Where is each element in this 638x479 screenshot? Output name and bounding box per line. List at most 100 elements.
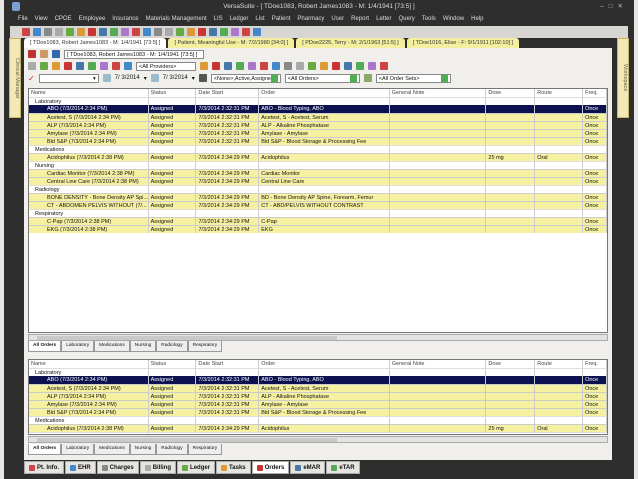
- toolbar-icon[interactable]: [236, 62, 244, 70]
- toolbar-icon[interactable]: [55, 28, 63, 36]
- tab-radiology[interactable]: Radiology: [156, 341, 188, 352]
- patient-tab[interactable]: [ PDoe2225, Terry - M: 2/1/1963 [51:5] ]: [296, 38, 405, 48]
- column-header[interactable]: Route: [535, 89, 584, 97]
- table-row[interactable]: CT - ABDOMEN PELVIS WITHOUT (7/... Assign…: [29, 201, 607, 209]
- toolbar-icon[interactable]: [64, 62, 72, 70]
- table-row[interactable]: Acidophilus (7/3/2014 2:38 PM) Assigned 7/…: [29, 424, 607, 432]
- category-row[interactable]: Nursing: [29, 432, 607, 434]
- category-row[interactable]: Radiology: [29, 185, 607, 193]
- menu-ledger[interactable]: Ledger: [230, 13, 249, 25]
- toolbar-icon[interactable]: [224, 62, 232, 70]
- table-row[interactable]: Cardiac Monitor (7/3/2014 2:38 PM) Assign…: [29, 169, 607, 177]
- toolbar-icon[interactable]: [248, 62, 256, 70]
- date-to-field[interactable]: 7/ 3/2014: [163, 75, 188, 81]
- column-header[interactable]: Name: [29, 360, 149, 368]
- tab-nursing[interactable]: Nursing: [129, 444, 157, 455]
- toolbar-icon[interactable]: [356, 62, 364, 70]
- toolbar-icon[interactable]: [380, 62, 388, 70]
- menu-user[interactable]: User: [331, 13, 344, 25]
- calendar-icon[interactable]: [150, 74, 159, 82]
- tab-ledger[interactable]: Ledger: [177, 461, 216, 474]
- toolbar-icon[interactable]: [231, 28, 239, 36]
- menu-pharmacy[interactable]: Pharmacy: [297, 13, 324, 25]
- horizontal-scrollbar-lower[interactable]: [28, 436, 608, 443]
- menu-patient[interactable]: Patient: [272, 13, 291, 25]
- toolbar-icon[interactable]: [77, 28, 85, 36]
- category-row[interactable]: Laboratory: [29, 368, 607, 376]
- toolbar-icon[interactable]: [296, 62, 304, 70]
- patient-tab[interactable]: [ TDoe1083, Robert James1083 - M: 1/4/19…: [24, 38, 167, 48]
- column-header[interactable]: Route: [535, 360, 584, 368]
- tab-ehr[interactable]: EHR: [65, 461, 96, 474]
- toolbar-icon[interactable]: [200, 62, 208, 70]
- toolbar-icon[interactable]: [66, 28, 74, 36]
- toolbar-icon[interactable]: [76, 62, 84, 70]
- status-filter[interactable]: <None>,Active,Assigne: [210, 73, 281, 83]
- workspace-panel[interactable]: Workspace: [617, 38, 629, 118]
- calendar-icon[interactable]: [102, 74, 111, 82]
- provider-icon[interactable]: [198, 74, 207, 82]
- menu-report[interactable]: Report: [351, 13, 369, 25]
- table-row[interactable]: ABO (7/3/2014 2:34 PM) Assigned 7/3/2014 2…: [29, 105, 607, 113]
- tab-pt-info-[interactable]: Pt. Info.: [24, 461, 64, 474]
- providers-dropdown[interactable]: <All Providers>: [136, 61, 196, 71]
- tab-emar[interactable]: eMAR: [290, 461, 326, 474]
- table-row[interactable]: ABO (7/3/2014 2:34 PM) Assigned 7/3/2014 2…: [29, 376, 607, 384]
- table-row[interactable]: ALP (7/3/2014 2:34 PM) Assigned 7/3/2014 2…: [29, 121, 607, 129]
- toolbar-icon[interactable]: [344, 62, 352, 70]
- checkmark-icon[interactable]: ✓: [28, 74, 35, 83]
- tab-etar[interactable]: eTAR: [326, 461, 360, 474]
- category-row[interactable]: Laboratory: [29, 97, 607, 105]
- category-row[interactable]: Respiratory: [29, 209, 607, 217]
- column-header[interactable]: General Note: [390, 360, 487, 368]
- menu-insurance[interactable]: Insurance: [112, 13, 138, 25]
- toolbar-icon[interactable]: [143, 28, 151, 36]
- toolbar-icon[interactable]: [22, 28, 30, 36]
- table-row[interactable]: Bld S&P (7/3/2014 2:34 PM) Assigned 7/3/20…: [29, 137, 607, 145]
- menu-help[interactable]: Help: [471, 13, 483, 25]
- tab-respiratory[interactable]: Respiratory: [187, 341, 223, 352]
- tab-respiratory[interactable]: Respiratory: [187, 444, 223, 455]
- horizontal-scrollbar[interactable]: [28, 334, 608, 341]
- menu-materials-management[interactable]: Materials Management: [146, 13, 207, 25]
- patient-tab[interactable]: [ Patient, Meaningful Use - M: 7/2/1980 …: [168, 38, 295, 48]
- toolbar-icon[interactable]: [124, 62, 132, 70]
- tab-orders[interactable]: Orders: [251, 461, 290, 474]
- table-row[interactable]: Acidophilus (7/3/2014 2:38 PM) Assigned 7/…: [29, 153, 607, 161]
- toolbar-icon[interactable]: [110, 28, 118, 36]
- tab-medications[interactable]: Medications: [94, 341, 130, 352]
- toolbar-icon[interactable]: [132, 28, 140, 36]
- toolbar-icon[interactable]: [176, 28, 184, 36]
- menu-letter[interactable]: Letter: [376, 13, 391, 25]
- toolbar-icon[interactable]: [52, 62, 60, 70]
- menu-query[interactable]: Query: [398, 13, 414, 25]
- tab-laboratory[interactable]: Laboratory: [61, 444, 95, 455]
- toolbar-icon[interactable]: [100, 62, 108, 70]
- menu-list[interactable]: List: [255, 13, 264, 25]
- orders-filter-check-icon[interactable]: [349, 74, 357, 82]
- tab-all-orders[interactable]: All Orders: [28, 444, 62, 455]
- toolbar-icon[interactable]: [253, 28, 261, 36]
- table-row[interactable]: Central Line Care (7/3/2014 2:38 PM) Assi…: [29, 177, 607, 185]
- order-sets-check-icon[interactable]: [440, 74, 448, 82]
- patient-tab[interactable]: [ TDoe1016, Elise - F: 9/1/1911 [102:10]…: [406, 38, 520, 48]
- orders-grid[interactable]: Name Status Date Start Order General Note Dos…: [28, 88, 608, 333]
- toolbar-icon[interactable]: [284, 62, 292, 70]
- toolbar-icon[interactable]: [187, 28, 195, 36]
- menu-view[interactable]: View: [35, 13, 48, 25]
- column-header[interactable]: Dose: [486, 89, 536, 97]
- toolbar-icon[interactable]: [40, 62, 48, 70]
- status-filter-check-icon[interactable]: [270, 74, 278, 82]
- date-from-field[interactable]: 7/ 3/2014: [115, 75, 140, 81]
- menu-tools[interactable]: Tools: [422, 13, 436, 25]
- menu-file[interactable]: File: [18, 13, 28, 25]
- toolbar-icon[interactable]: [212, 62, 220, 70]
- toolbar-icon[interactable]: [332, 62, 340, 70]
- column-header[interactable]: Freq.: [583, 360, 607, 368]
- column-header[interactable]: Order: [259, 89, 390, 97]
- table-row[interactable]: Amylase (7/3/2014 2:34 PM) Assigned 7/3/20…: [29, 400, 607, 408]
- menu-lis[interactable]: LIS: [214, 13, 223, 25]
- tab-billing[interactable]: Billing: [139, 461, 177, 474]
- table-row[interactable]: Acetest, S (7/3/2014 2:34 PM) Assigned 7/3…: [29, 384, 607, 392]
- table-row[interactable]: Bld S&P (7/3/2014 2:34 PM) Assigned 7/3/20…: [29, 408, 607, 416]
